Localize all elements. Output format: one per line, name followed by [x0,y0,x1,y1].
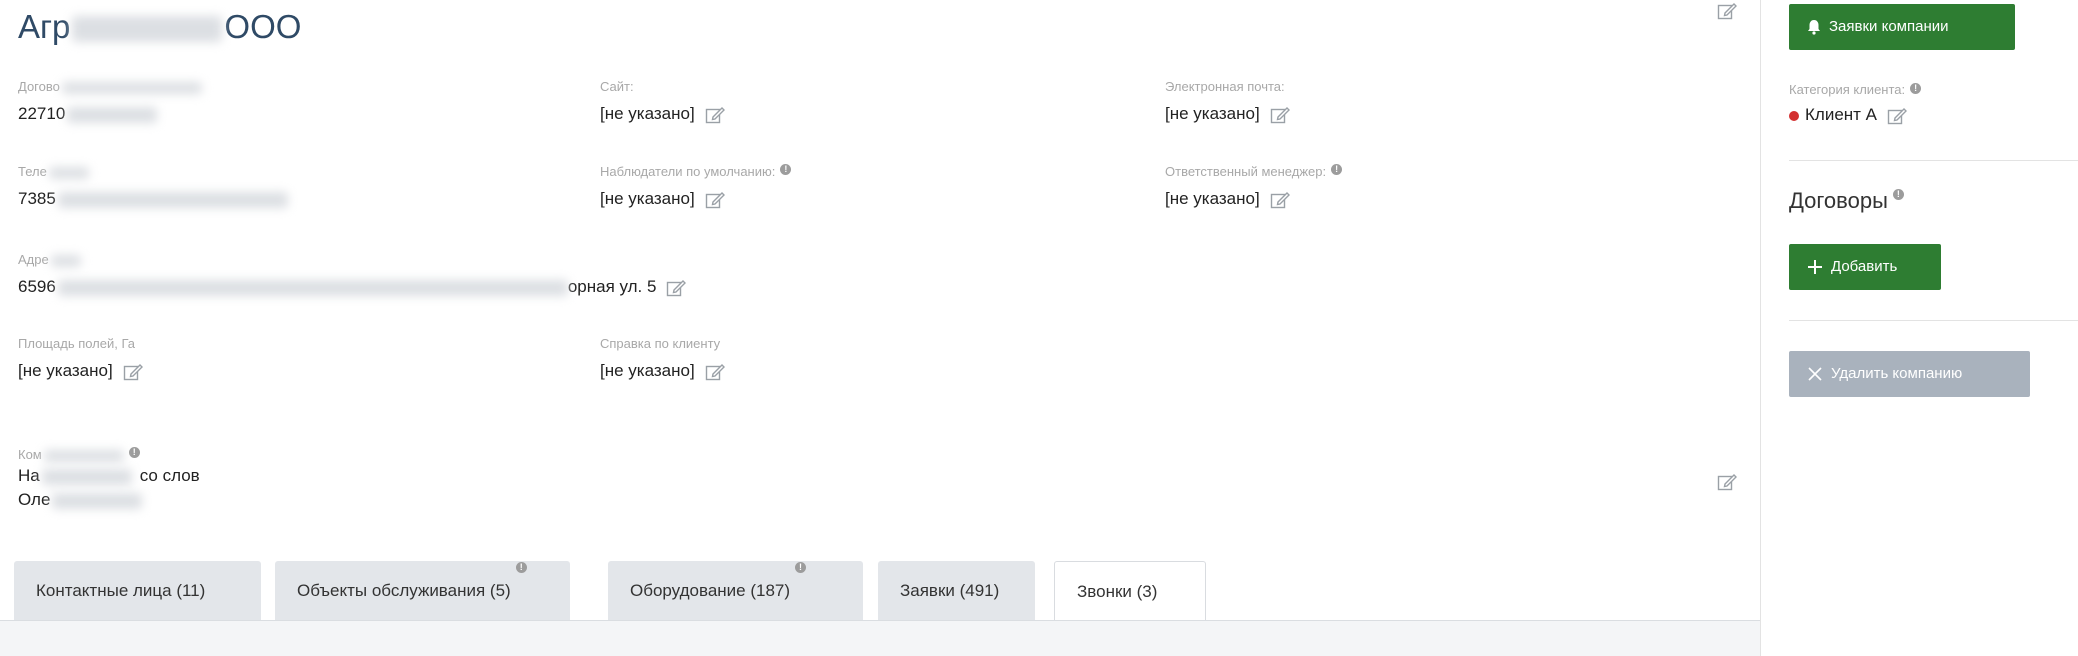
tab-equipment[interactable]: Оборудование (187)! [608,561,863,621]
comment-field: Ком! На со слов Оле [18,446,200,512]
observers-label: Наблюдатели по умолчанию:! [600,163,792,181]
address-label: Адре [18,251,686,269]
manager-field: Ответственный менеджер:! [не указано] [1165,163,1343,211]
plus-icon [1807,259,1823,275]
divider [1789,160,2078,161]
comment-label: Ком! [18,446,200,464]
address-field: Адре 6596 орная ул. 5 [18,251,687,299]
reference-label: Справка по клиенту [600,336,721,351]
company-tabs: Контактные лица (11) Объекты обслуживани… [14,561,1760,621]
edit-company-icon[interactable] [1717,2,1737,20]
redacted-text [52,492,143,509]
delete-company-button[interactable]: Удалить компанию [1789,351,2030,397]
company-main-panel: Агр ООО Догово 22710 Сайт: [не указано] Э… [0,0,1760,656]
edit-email-icon[interactable] [1270,106,1290,124]
contract-field: Догово 22710 [18,78,202,126]
info-icon: ! [1331,164,1343,175]
close-icon [1807,366,1823,382]
email-field: Электронная почта: [не указано] [1165,78,1290,126]
redacted-text [57,279,568,296]
contract-value: 22710 [18,102,202,126]
site-label: Сайт: [600,79,634,94]
tab-content-bar [0,620,1760,656]
divider [1789,320,2078,321]
bell-icon [1807,19,1821,35]
area-value: [не указано] [18,359,143,383]
address-value: 6596 орная ул. 5 [18,275,687,299]
site-field: Сайт: [не указано] [600,78,725,126]
redacted-text [72,16,223,43]
info-icon: ! [1910,83,1922,94]
info-icon: ! [515,562,527,573]
client-category-value: Клиент А [1789,105,1908,125]
redacted-text [41,468,132,485]
manager-label: Ответственный менеджер:! [1165,163,1343,181]
edit-reference-icon[interactable] [705,363,725,381]
tab-service-objects[interactable]: Объекты обслуживания (5)! [275,561,570,621]
edit-area-icon[interactable] [123,363,143,381]
redacted-text [50,254,81,267]
company-title-end: ООО [224,8,302,45]
contract-label: Догово [18,78,202,96]
redacted-text [48,166,89,179]
client-category-label: Категория клиента:! [1789,82,1922,97]
info-icon: ! [795,562,807,573]
email-value: [не указано] [1165,102,1290,126]
reference-value: [не указано] [600,359,725,383]
edit-category-icon[interactable] [1887,107,1908,125]
edit-site-icon[interactable] [705,106,725,124]
contracts-title: Договоры! [1789,188,1904,214]
redacted-text [67,106,158,123]
tab-contacts[interactable]: Контактные лица (11) [14,561,261,621]
company-title: Агр ООО [18,8,301,46]
company-requests-button[interactable]: Заявки компании [1789,4,2015,50]
manager-value: [не указано] [1165,187,1342,211]
company-sidebar: Заявки компании Категория клиента:! Клие… [1760,0,2078,656]
category-status-dot [1789,110,1799,121]
redacted-text [61,81,202,94]
reference-field: Справка по клиенту [не указано] [600,335,725,383]
comment-line-2: Оле [18,488,200,512]
area-label: Площадь полей, Га [18,336,136,351]
comment-line-1: На со слов [18,466,200,485]
phone-label: Теле [18,163,288,181]
observers-value: [не указано] [600,187,791,211]
edit-manager-icon[interactable] [1270,191,1290,209]
observers-field: Наблюдатели по умолчанию:! [не указано] [600,163,792,211]
redacted-text [43,449,124,462]
site-value: [не указано] [600,102,725,126]
info-icon: ! [780,164,792,175]
tab-requests[interactable]: Заявки (491) [878,561,1035,621]
phone-field: Теле 7385 [18,163,288,211]
email-label: Электронная почта: [1165,79,1285,94]
info-icon: ! [128,447,140,458]
area-field: Площадь полей, Га [не указано] [18,335,143,383]
edit-observers-icon[interactable] [705,191,725,209]
edit-comment-icon[interactable] [1717,473,1737,491]
redacted-text [57,191,288,208]
info-icon: ! [1892,189,1904,200]
add-contract-button[interactable]: Добавить [1789,244,1941,290]
tab-calls[interactable]: Звонки (3) [1054,561,1206,621]
phone-value: 7385 [18,187,288,211]
edit-address-icon[interactable] [666,279,687,297]
company-title-start: Агр [18,8,71,45]
